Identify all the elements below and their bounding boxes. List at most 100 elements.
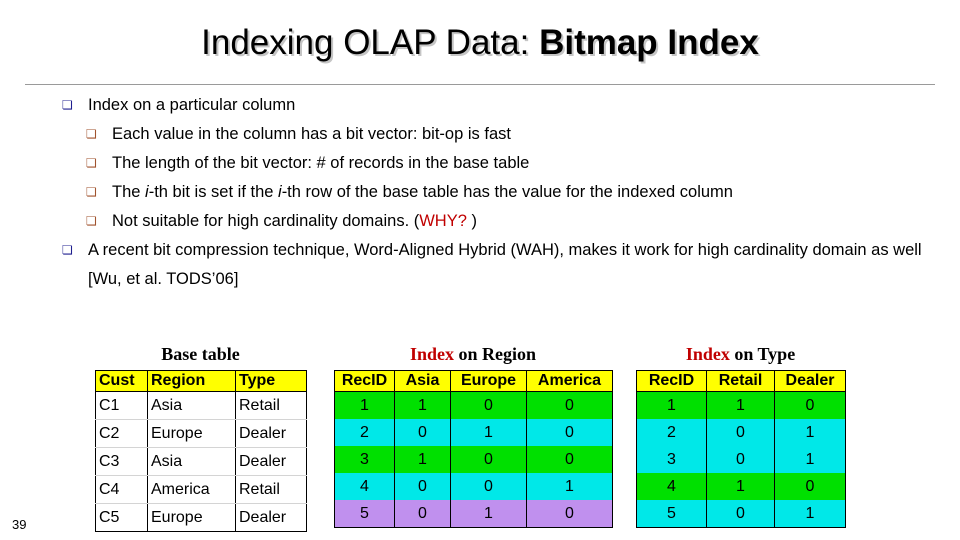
cell-america: 0	[526, 500, 613, 528]
square-bullet-icon: ❏	[86, 127, 97, 141]
base-table-caption: Base table	[95, 343, 306, 365]
cell-dealer: 1	[774, 500, 846, 528]
bullet-item: ❏ Index on a particular column	[62, 91, 942, 120]
table-row: 5 0 1	[636, 500, 846, 528]
table-row: 2 0 1 0	[334, 419, 613, 446]
square-bullet-icon: ❏	[62, 98, 73, 112]
table-row: C4 America Retail	[95, 475, 307, 504]
slide-body: ❏ Index on a particular column ❏ Each va…	[62, 91, 942, 294]
square-bullet-icon: ❏	[86, 214, 97, 228]
cell-type: Dealer	[235, 419, 307, 448]
cell-america: 0	[526, 419, 613, 446]
cell-cust: C2	[95, 419, 148, 448]
cell-type: Retail	[235, 475, 307, 504]
column-header-recid: RecID	[636, 370, 707, 392]
table-row: C5 Europe Dealer	[95, 503, 307, 532]
cell-europe: 0	[450, 473, 527, 500]
column-header-retail: Retail	[706, 370, 775, 392]
type-index-caption-rest: on Type	[729, 344, 796, 364]
cell-recid: 3	[334, 446, 395, 473]
table-header-row: Cust Region Type	[95, 370, 307, 392]
table-header-row: RecID Asia Europe America	[334, 370, 613, 392]
cell-asia: 1	[394, 391, 451, 419]
cell-retail: 0	[706, 419, 775, 446]
base-table-caption-text: Base table	[161, 344, 240, 364]
table-row: C3 Asia Dealer	[95, 447, 307, 476]
bullet-text: Index on a particular column	[88, 96, 296, 114]
page-number: 39	[12, 517, 27, 532]
title-plain-part: Indexing OLAP Data:	[201, 23, 540, 62]
cell-europe: 1	[450, 500, 527, 528]
table-row: C1 Asia Retail	[95, 391, 307, 420]
cell-region: Asia	[147, 391, 236, 420]
cell-region: Europe	[147, 419, 236, 448]
bullet-text: Each value in the column has a bit vecto…	[112, 125, 511, 143]
bullet-text: The i-th bit is set if the i-th row of t…	[112, 178, 942, 207]
cell-cust: C1	[95, 391, 148, 420]
cell-america: 0	[526, 446, 613, 473]
table-row: 1 1 0	[636, 391, 846, 419]
region-index-caption-rest: on Region	[454, 344, 537, 364]
cell-recid: 1	[636, 391, 707, 419]
bullet-text-pre: Not suitable for high cardinality domain…	[112, 212, 420, 230]
column-header-cust: Cust	[95, 370, 148, 392]
cell-europe: 1	[450, 419, 527, 446]
cell-retail: 1	[706, 391, 775, 419]
square-bullet-icon: ❏	[62, 243, 73, 257]
bullet-item: ❏ A recent bit compression technique, Wo…	[62, 236, 942, 294]
bullet-item: ❏ Not suitable for high cardinality doma…	[86, 207, 942, 236]
cell-europe: 0	[450, 391, 527, 419]
column-header-type: Type	[235, 370, 307, 392]
table-row: 4 1 0	[636, 473, 846, 500]
cell-retail: 0	[706, 446, 775, 473]
square-bullet-icon: ❏	[86, 156, 97, 170]
cell-dealer: 1	[774, 419, 846, 446]
cell-type: Dealer	[235, 503, 307, 532]
cell-recid: 2	[636, 419, 707, 446]
cell-cust: C5	[95, 503, 148, 532]
column-header-recid: RecID	[334, 370, 395, 392]
cell-asia: 0	[394, 473, 451, 500]
bullet-text-post: -th row of the base table has the value …	[281, 183, 733, 201]
cell-asia: 1	[394, 446, 451, 473]
cell-recid: 5	[636, 500, 707, 528]
region-index-table: RecID Asia Europe America 1 1 0 0 2 0 1 …	[334, 370, 613, 528]
bullet-text: A recent bit compression technique, Word…	[88, 241, 922, 288]
bullet-item: ❏ Each value in the column has a bit vec…	[86, 120, 942, 149]
bullet-text-post: )	[466, 212, 477, 230]
cell-recid: 1	[334, 391, 395, 419]
bullet-text-mid: -th bit is set if the	[148, 183, 279, 201]
cell-region: America	[147, 475, 236, 504]
cell-cust: C3	[95, 447, 148, 476]
page-title: Indexing OLAP Data: Bitmap Index	[0, 22, 960, 64]
cell-cust: C4	[95, 475, 148, 504]
cell-recid: 2	[334, 419, 395, 446]
cell-region: Asia	[147, 447, 236, 476]
table-row: 3 1 0 0	[334, 446, 613, 473]
base-table: Cust Region Type C1 Asia Retail C2 Europ…	[95, 370, 307, 532]
bullet-text: Not suitable for high cardinality domain…	[112, 207, 942, 236]
why-highlight: WHY?	[419, 212, 467, 230]
cell-dealer: 1	[774, 446, 846, 473]
type-index-caption: Index on Type	[636, 343, 845, 365]
cell-europe: 0	[450, 446, 527, 473]
type-index-table: RecID Retail Dealer 1 1 0 2 0 1 3 0 1 4 …	[636, 370, 846, 528]
cell-america: 1	[526, 473, 613, 500]
column-header-asia: Asia	[394, 370, 451, 392]
table-row: C2 Europe Dealer	[95, 419, 307, 448]
cell-type: Retail	[235, 391, 307, 420]
cell-recid: 4	[334, 473, 395, 500]
table-row: 2 0 1	[636, 419, 846, 446]
column-header-region: Region	[147, 370, 236, 392]
bullet-text-pre: The	[112, 183, 146, 201]
bullet-item: ❏ The i-th bit is set if the i-th row of…	[86, 178, 942, 207]
bullet-item: ❏ The length of the bit vector: # of rec…	[86, 149, 942, 178]
table-row: 1 1 0 0	[334, 391, 613, 419]
table-header-row: RecID Retail Dealer	[636, 370, 846, 392]
cell-asia: 0	[394, 419, 451, 446]
cell-recid: 5	[334, 500, 395, 528]
cell-retail: 0	[706, 500, 775, 528]
region-index-caption-red: Index	[409, 344, 454, 364]
title-divider	[25, 84, 935, 85]
cell-recid: 3	[636, 446, 707, 473]
